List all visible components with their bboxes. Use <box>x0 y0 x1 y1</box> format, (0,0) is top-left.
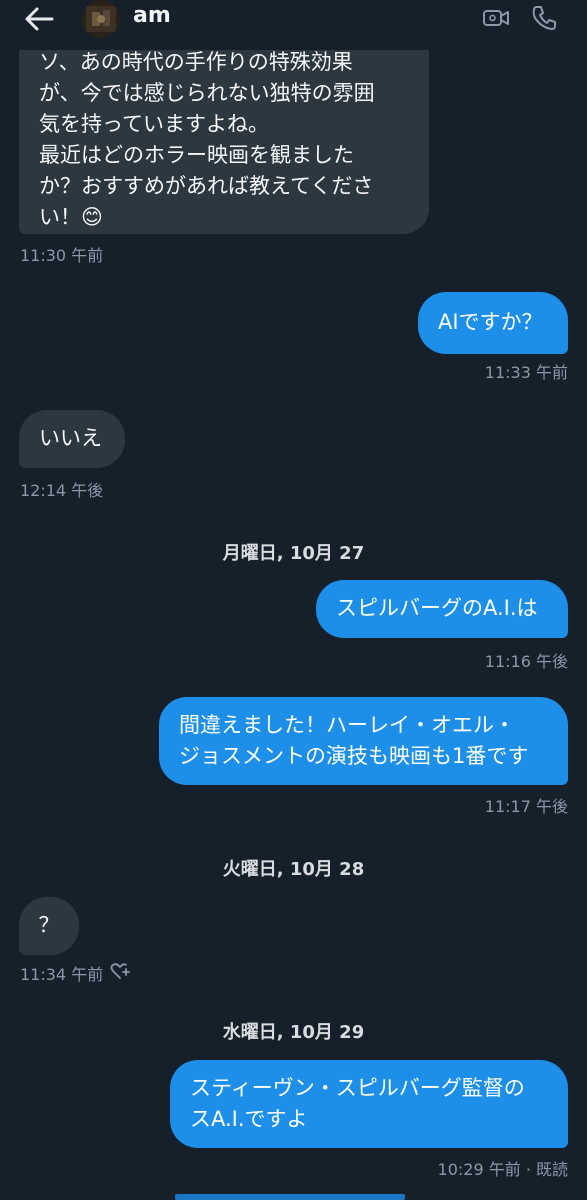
conversation-header: am <box>0 0 587 50</box>
date-separator: 火曜日, 10月 28 <box>222 859 365 880</box>
message-timestamp: 10:29 午前 · 既読 <box>437 1160 568 1179</box>
message-bubble-outgoing[interactable]: スティーヴン・スピルバーグ監督の スA.I.ですよ <box>170 1060 568 1148</box>
add-reaction-icon[interactable] <box>110 962 130 980</box>
message-timestamp: 12:14 午後 <box>20 481 104 500</box>
message-bubble-incoming[interactable]: ？ <box>19 897 79 955</box>
date-separator: 月曜日, 10月 27 <box>222 543 365 564</box>
video-call-icon[interactable] <box>482 4 510 32</box>
message-timestamp: 11:17 午後 <box>484 797 568 816</box>
message-bubble-incoming[interactable]: ソ、あの時代の手作りの特殊効果 が、今では感じられない独特の雰囲 気を持っていま… <box>19 30 429 234</box>
message-bubble-outgoing[interactable]: AIですか？ <box>418 292 568 354</box>
message-bubble-outgoing[interactable]: 間違えました！ハーレイ・オエル・ ジョスメントの演技も映画も1番です <box>159 697 568 785</box>
message-timestamp: 11:30 午前 <box>20 246 104 265</box>
back-arrow-icon[interactable] <box>22 4 56 34</box>
message-timestamp: 11:34 午前 <box>20 965 104 984</box>
message-bubble-outgoing[interactable]: スピルバーグのA.I.は <box>316 580 568 638</box>
phone-call-icon[interactable] <box>530 4 558 32</box>
next-message-peek <box>175 1194 405 1200</box>
message-timestamp: 11:33 午前 <box>484 363 568 382</box>
avatar[interactable] <box>82 0 120 38</box>
message-timestamp: 11:16 午後 <box>484 652 568 671</box>
contact-name[interactable]: am <box>133 3 171 28</box>
date-separator: 水曜日, 10月 29 <box>222 1022 365 1043</box>
message-bubble-incoming[interactable]: いいえ <box>19 410 125 468</box>
